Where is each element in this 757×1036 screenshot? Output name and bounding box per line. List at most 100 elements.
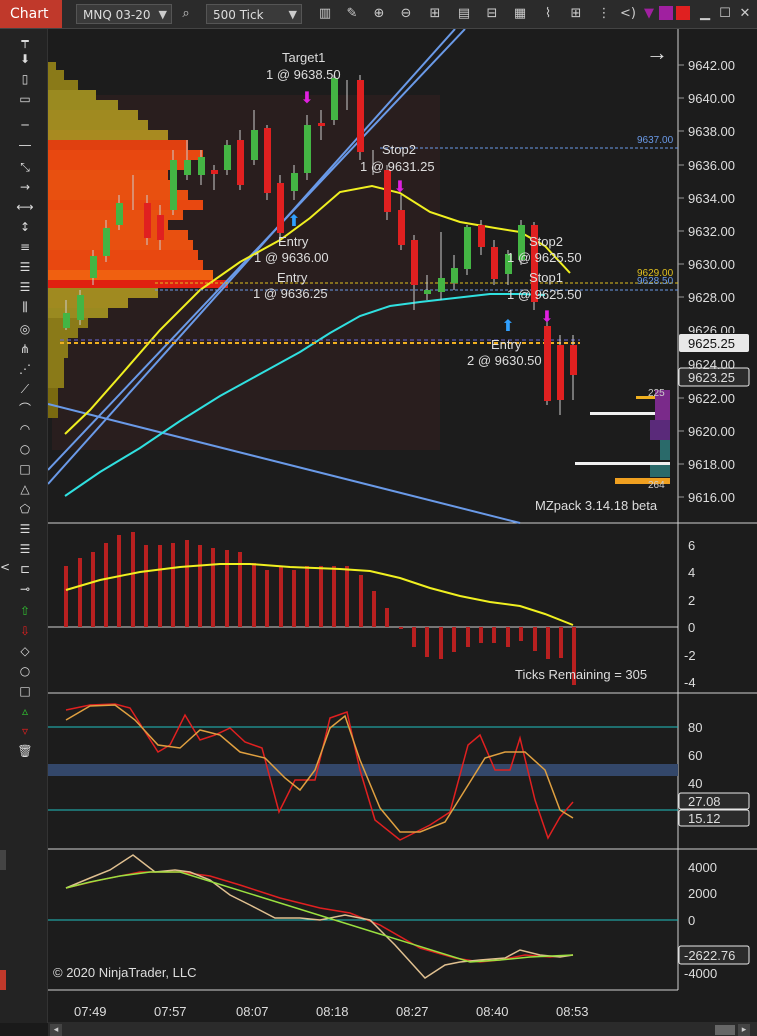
drawing-tools-icon[interactable]: ⊞ bbox=[568, 6, 584, 22]
gann-fan-icon[interactable]: ⋰ bbox=[16, 361, 34, 377]
tab-chart[interactable]: Chart bbox=[0, 0, 62, 28]
profile-bottom-value: 264 bbox=[648, 480, 665, 491]
last-price-tag: 9623.25 bbox=[688, 370, 735, 385]
osc2-value-1: 27.08 bbox=[688, 794, 721, 809]
channel-icon[interactable]: ≡ bbox=[16, 239, 34, 255]
properties-icon[interactable]: ▤ bbox=[456, 6, 472, 22]
square-icon[interactable]: □ bbox=[16, 683, 34, 699]
polygon-icon[interactable]: ⬠ bbox=[16, 501, 34, 517]
region-icon[interactable]: ▯ bbox=[16, 71, 34, 87]
stop1-label: Stop1 bbox=[529, 270, 563, 285]
fib-ext-icon[interactable]: ☰ bbox=[16, 279, 34, 295]
crosshair-icon[interactable]: ⊞ bbox=[427, 6, 443, 22]
strategy-icon[interactable]: ▦ bbox=[512, 6, 528, 22]
stop2-label: Stop2 bbox=[382, 142, 416, 157]
ellipse-icon[interactable]: ○ bbox=[16, 663, 34, 679]
price-tick: 9628.00 bbox=[688, 290, 735, 305]
regression-icon[interactable]: ⟋ bbox=[16, 381, 34, 397]
minimize-icon[interactable]: ▁ bbox=[697, 6, 713, 22]
grid-icon[interactable]: ⋮ bbox=[596, 6, 612, 22]
triangle-down-icon[interactable]: ▿ bbox=[16, 723, 34, 739]
andrews-pitchfork-icon[interactable]: ⋔ bbox=[16, 341, 34, 357]
pencil-icon[interactable]: ✎ bbox=[344, 6, 360, 22]
price-tick: 9636.00 bbox=[688, 158, 735, 173]
trash-icon[interactable]: 🗑 bbox=[16, 743, 34, 759]
arrow-down-red-icon[interactable]: ⇩ bbox=[16, 623, 34, 639]
fib-circle-icon[interactable]: ◎ bbox=[16, 321, 34, 337]
arc-icon[interactable]: ◠ bbox=[16, 421, 34, 437]
osc3-tick: -4000 bbox=[684, 966, 718, 981]
ray-icon[interactable]: ⤡ bbox=[16, 159, 34, 175]
profile-top-value: 225 bbox=[648, 388, 665, 399]
collapse-icon[interactable]: <) bbox=[620, 6, 636, 22]
panel-edge-red bbox=[0, 970, 6, 990]
triangle-up-icon[interactable]: ▵ bbox=[16, 703, 34, 719]
price-tick: 9618.00 bbox=[688, 457, 735, 472]
osc3-tick: 4000 bbox=[688, 860, 717, 875]
close-icon[interactable]: ✕ bbox=[737, 6, 753, 22]
diamond-icon[interactable]: ◇ bbox=[16, 643, 34, 659]
scroll-thumb[interactable] bbox=[715, 1025, 735, 1035]
osc3-tick: 0 bbox=[688, 913, 696, 928]
ticks-remaining: Ticks Remaining = 305 bbox=[515, 667, 648, 682]
entry-label-3: Entry bbox=[491, 337, 522, 352]
triangle-icon[interactable]: △ bbox=[16, 481, 34, 497]
text-icon[interactable]: ☰ bbox=[16, 521, 34, 537]
horizontal-line-icon[interactable]: ― bbox=[16, 137, 34, 153]
color-swatch-red[interactable] bbox=[676, 6, 690, 20]
vertical-line-icon[interactable]: ↕ bbox=[16, 219, 34, 235]
zoom-out-icon[interactable]: ⊖ bbox=[398, 6, 414, 22]
fib-time-icon[interactable]: ⫼ bbox=[16, 299, 34, 315]
osc1-tick: -2 bbox=[684, 648, 696, 663]
time-tick: 08:07 bbox=[236, 1004, 269, 1019]
circle-icon[interactable]: ○ bbox=[16, 441, 34, 457]
color-swatch-purple[interactable] bbox=[659, 6, 673, 20]
arrow-icon[interactable]: ⊸ bbox=[16, 581, 34, 597]
arrow-line-icon[interactable]: ⟷ bbox=[16, 199, 34, 215]
price-tick: 9642.00 bbox=[688, 58, 735, 73]
osc1-tick: 4 bbox=[688, 565, 696, 580]
instrument-select[interactable]: MNQ 03-20 ▼ bbox=[76, 4, 172, 24]
search-icon[interactable]: ⌕ bbox=[178, 6, 194, 22]
indicators-icon[interactable]: ⌇ bbox=[540, 6, 556, 22]
line-icon[interactable]: ─ bbox=[16, 117, 34, 133]
ruler-icon-2[interactable]: ⊏ bbox=[16, 561, 34, 577]
maximize-icon[interactable]: ☐ bbox=[717, 6, 733, 22]
expand-icon[interactable]: < bbox=[0, 559, 10, 575]
instrument-value: MNQ 03-20 bbox=[83, 8, 151, 22]
entry-order-2: 1 @ 9636.25 bbox=[253, 286, 328, 301]
svg-text:⬇: ⬇ bbox=[393, 177, 406, 196]
horizontal-scrollbar[interactable] bbox=[48, 1022, 757, 1036]
zoom-in-icon[interactable]: ⊕ bbox=[371, 6, 387, 22]
fib-retrace-icon[interactable]: ☰ bbox=[16, 259, 34, 275]
scroll-left-icon[interactable]: ◂ bbox=[50, 1024, 62, 1036]
chevron-down-icon: ▼ bbox=[158, 8, 167, 21]
arrow-down-icon[interactable]: ⬇ bbox=[16, 51, 34, 67]
extended-line-icon[interactable]: → bbox=[16, 179, 34, 195]
price-tick: 9640.00 bbox=[688, 91, 735, 106]
arrow-up-icon[interactable]: ⇧ bbox=[16, 603, 34, 619]
ruler-icon[interactable]: ┯ bbox=[16, 33, 34, 49]
chevron-down-icon: ▼ bbox=[288, 8, 297, 21]
target-ref-label-2: 9628.50 bbox=[637, 276, 674, 287]
price-tick: 9620.00 bbox=[688, 424, 735, 439]
data-box-icon[interactable]: ⊟ bbox=[484, 6, 500, 22]
target1-order: 1 @ 9638.50 bbox=[266, 67, 341, 82]
svg-text:⬇: ⬇ bbox=[300, 88, 313, 107]
time-cycles-icon[interactable]: ⌒ bbox=[16, 401, 34, 417]
osc2-tick: 80 bbox=[688, 720, 703, 735]
mzpack-label: MZpack 3.14.18 beta bbox=[535, 498, 658, 513]
entry-order-3: 2 @ 9630.50 bbox=[467, 353, 542, 368]
osc1-tick: 6 bbox=[688, 538, 696, 553]
rect-dashed-icon[interactable]: ▭ bbox=[16, 91, 34, 107]
triangle-down-icon[interactable]: ▼ bbox=[641, 6, 657, 22]
scroll-right-icon[interactable]: ▸ bbox=[738, 1024, 750, 1036]
price-chart[interactable]: ⬇ ⬇ ⬇ ⬆ ⬆ bbox=[48, 29, 757, 1023]
rectangle-icon[interactable]: □ bbox=[16, 461, 34, 477]
interval-select[interactable]: 500 Tick ▼ bbox=[206, 4, 302, 24]
stop1-order: 1 @ 9625.50 bbox=[507, 287, 582, 302]
risk-reward-icon[interactable]: ☰ bbox=[16, 541, 34, 557]
target1-label: Target1 bbox=[282, 50, 326, 65]
arrow-right-icon[interactable]: → bbox=[646, 40, 668, 66]
chart-type-icon[interactable]: ▥ bbox=[317, 6, 333, 22]
